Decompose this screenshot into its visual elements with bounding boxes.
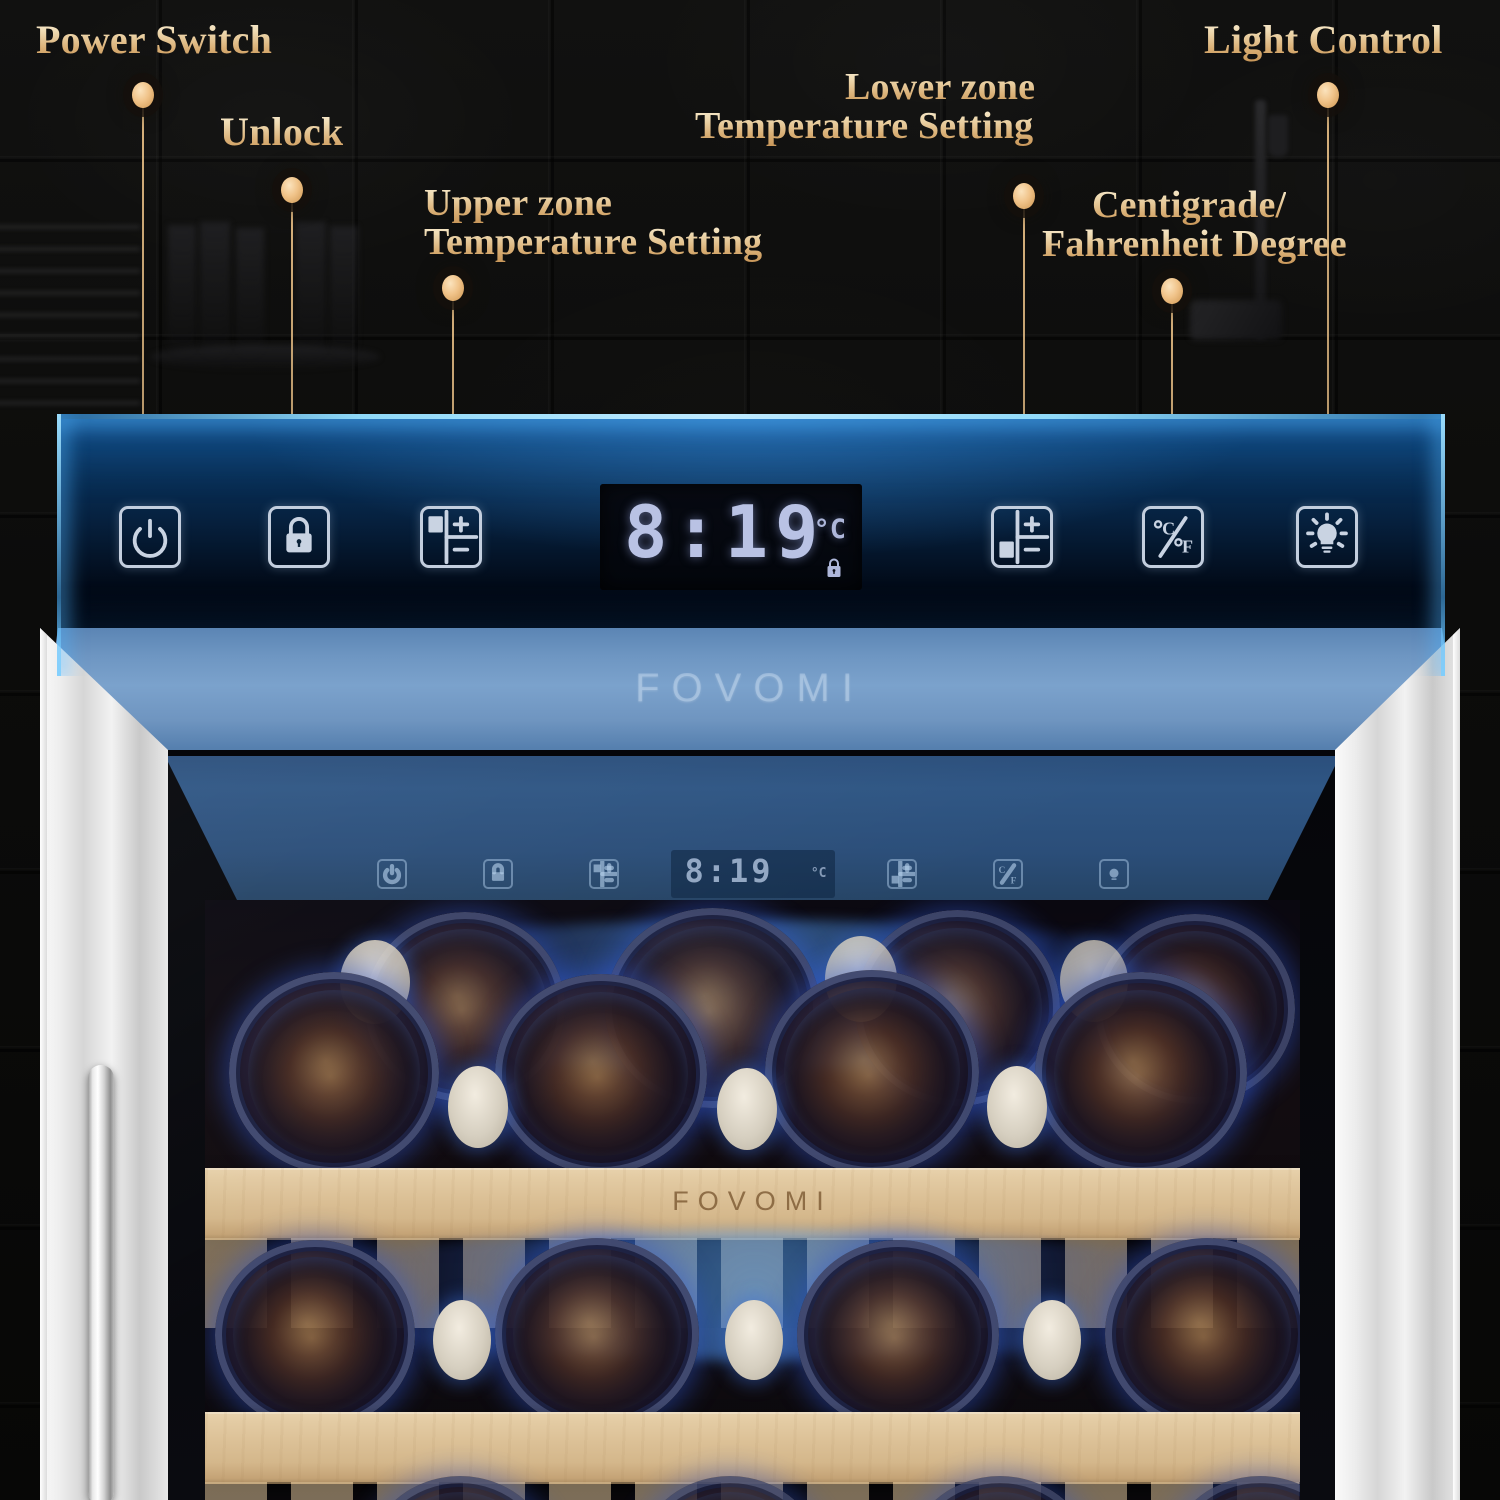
glass-top-brand-logo: FOVOMI [635, 666, 865, 710]
callout-label-lower-zone-line2: Temperature Setting [695, 105, 1034, 147]
wine-glass-silhouette [330, 226, 358, 356]
bottle-cork [987, 1066, 1047, 1148]
light-control-button[interactable] [1296, 506, 1358, 568]
lower-zone-temperature-button[interactable] [991, 506, 1053, 568]
leader-dot-lower-zone [1013, 183, 1035, 209]
light-bulb-icon [1108, 868, 1119, 880]
frame-edge-highlight [1453, 628, 1460, 1500]
wine-bottle [215, 1240, 415, 1430]
svg-text:F: F [1010, 877, 1016, 887]
svg-text:C: C [1162, 518, 1175, 538]
callout-label-unit-line1: Centigrade/ [1092, 184, 1287, 226]
inner-control-bezel: 8:19 °C C F [165, 756, 1340, 916]
celsius-fahrenheit-icon: C F [998, 863, 1016, 887]
mini-upper-zone-button[interactable] [588, 859, 619, 889]
wooden-shelf [205, 1412, 1300, 1484]
lock-unlock-button[interactable] [268, 506, 330, 568]
bottle-cork [725, 1300, 783, 1380]
mini-lcd-display: 8:19 °C [670, 850, 835, 898]
product-control-panel: 8:19 °C C F [165, 844, 1340, 904]
bottle-cork [1023, 1300, 1081, 1380]
dish-rack-silhouette [0, 225, 140, 405]
lcd-unit-label: °C [813, 514, 846, 545]
utensil-silhouette [1268, 115, 1288, 157]
upper-zone-temperature-button[interactable] [420, 506, 482, 568]
wine-glass-silhouette [236, 228, 264, 356]
frame-edge-highlight [40, 628, 47, 1500]
door-handle[interactable] [88, 1065, 114, 1500]
bottle-cork [448, 1066, 508, 1148]
wine-bottle [797, 1240, 999, 1430]
mini-lcd-unit: °C [810, 866, 827, 881]
power-icon [132, 518, 168, 558]
shelf-brand-logo: FOVOMI [672, 1186, 833, 1216]
leader-dot-power-switch [132, 82, 154, 108]
wine-glass-silhouette [296, 222, 326, 358]
lcd-lock-indicator-icon [824, 557, 844, 580]
wine-bottle [229, 972, 439, 1174]
utensil-silhouette [1190, 300, 1282, 340]
shelf-wood-grain [205, 1412, 1300, 1484]
mini-unit-toggle-button[interactable]: C F [992, 859, 1023, 889]
wine-bottle [1035, 972, 1247, 1174]
leader-dot-upper-zone [442, 275, 464, 301]
callout-label-upper-zone-line1: Upper zone [424, 182, 613, 224]
mini-lower-zone-button[interactable] [886, 859, 917, 889]
leader-dot-unlock [281, 177, 303, 203]
panel-right-glow [1441, 414, 1445, 676]
unit-toggle-button[interactable]: C F [1142, 506, 1204, 568]
wine-glass-silhouette [200, 222, 230, 357]
callout-label-power-switch: Power Switch [36, 17, 273, 62]
lock-icon [491, 863, 504, 881]
wine-bottle [495, 974, 707, 1174]
callout-label-lower-zone-line1: Lower zone [845, 66, 1036, 108]
leader-dot-unit [1161, 278, 1183, 304]
celsius-fahrenheit-icon: C F [1153, 516, 1193, 558]
mini-power-switch-button[interactable] [376, 859, 407, 889]
callout-label-light-control: Light Control [1204, 17, 1443, 62]
mini-lock-button[interactable] [482, 859, 513, 889]
wine-cooler-product: FOVOMI 8:19 °C C F FOVOMI [0, 610, 1500, 1500]
light-bulb-icon [1306, 512, 1348, 553]
glass-door-top: FOVOMI [40, 628, 1460, 756]
lcd-temperature-value: 8:19 [624, 490, 826, 574]
mini-light-control-button[interactable] [1098, 859, 1129, 889]
bottle-cork [433, 1300, 491, 1380]
lower-zone-temp-icon [891, 861, 915, 887]
cooler-frame-right [1335, 628, 1460, 1500]
leader-dot-light-control [1317, 82, 1339, 108]
lcd-display: 8:19 °C [600, 484, 862, 590]
bottle-cork [717, 1068, 777, 1150]
mini-lcd-value: 8:19 [684, 852, 774, 890]
callout-label-unit-line2: Fahrenheit Degree [1042, 223, 1347, 265]
callout-label-upper-zone-line2: Temperature Setting [424, 221, 763, 263]
upper-zone-temp-icon [593, 861, 617, 887]
panel-left-glow [57, 414, 61, 676]
wine-bottle [765, 970, 979, 1174]
wine-bottle [1105, 1238, 1300, 1430]
cooler-interior: FOVOMI [205, 900, 1300, 1500]
callout-label-unlock: Unlock [220, 109, 344, 154]
svg-text:C: C [998, 866, 1005, 876]
power-icon [382, 864, 401, 885]
power-switch-button[interactable] [119, 506, 181, 568]
lock-icon [286, 517, 312, 553]
wine-bottle [495, 1238, 699, 1430]
glass-base-shadow [150, 345, 380, 369]
upper-zone-temp-icon [428, 509, 479, 565]
svg-text:F: F [1182, 536, 1193, 556]
lower-zone-temp-icon [999, 509, 1050, 565]
wine-glass-silhouette [168, 225, 196, 355]
